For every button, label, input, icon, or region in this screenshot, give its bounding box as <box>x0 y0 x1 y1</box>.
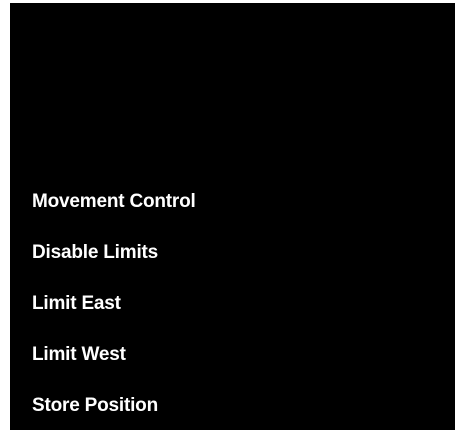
menu-item-limit-west[interactable]: Limit West <box>32 339 196 390</box>
menu-item-limit-east[interactable]: Limit East <box>32 288 196 339</box>
tv-menu-screen: Movement Control Disable Limits Limit Ea… <box>10 3 455 430</box>
menu-item-store-position[interactable]: Store Position <box>32 390 196 430</box>
menu-item-disable-limits[interactable]: Disable Limits <box>32 237 196 288</box>
motor-settings-menu: Movement Control Disable Limits Limit Ea… <box>32 186 196 430</box>
menu-item-movement-control[interactable]: Movement Control <box>32 186 196 237</box>
